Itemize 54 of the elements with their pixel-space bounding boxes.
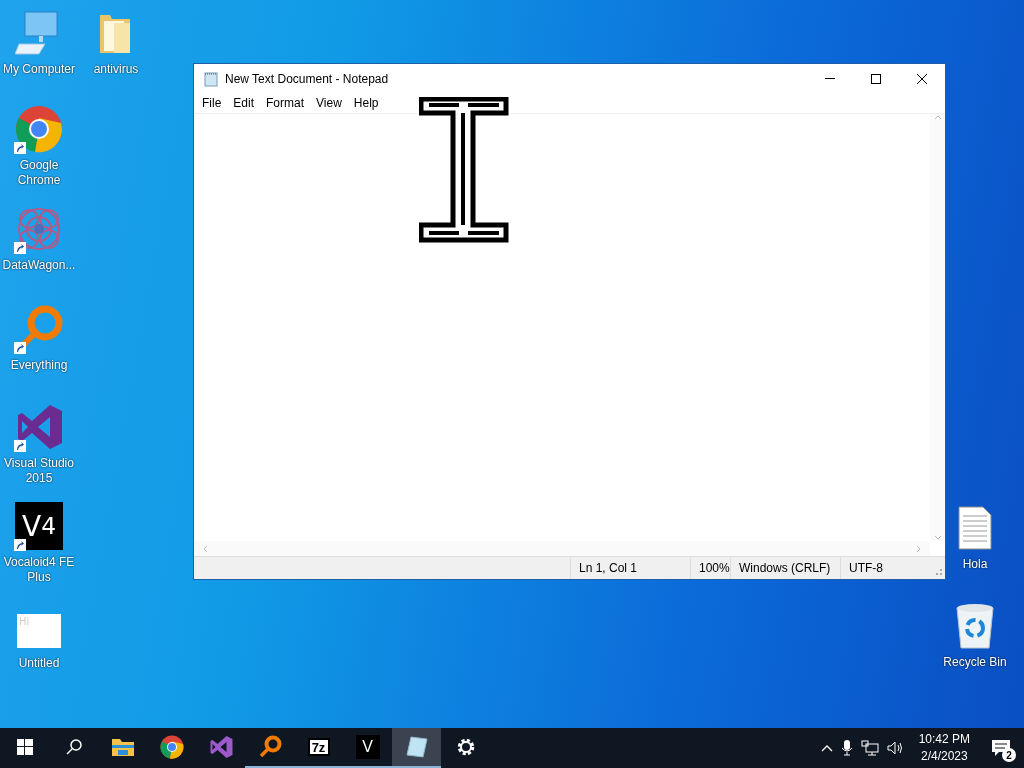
menu-item[interactable]: Format [260,96,311,110]
network-icon[interactable] [860,740,879,756]
status-text: Windows (CRLF) [730,557,840,579]
vocaloid-icon: V [355,735,380,759]
magnifier-icon [257,735,282,759]
menu-item[interactable]: View [310,96,348,110]
clock-time: 10:42 PM [918,731,970,748]
visual-studio-icon [16,403,62,451]
notepad-icon [203,70,219,87]
visual-studio-icon [208,735,233,759]
mandala-icon [16,206,62,252]
minimize-icon [825,77,835,80]
menu-item[interactable]: File [196,96,228,110]
desktop-icon-label[interactable]: Hola [962,557,988,572]
close-icon [917,73,927,84]
menu-item[interactable]: Edit [227,96,261,110]
notification-count: 2 [1002,748,1016,762]
windows-logo-icon [16,739,33,755]
search-icon [65,739,82,755]
vertical-scrollbar[interactable] [930,114,945,541]
scroll-up-icon [933,114,942,120]
taskbar-button[interactable]: 7z [294,728,343,768]
horizontal-scrollbar[interactable] [194,541,930,556]
clock-date: 2/4/2023 [920,748,968,765]
chevron-up-icon[interactable] [820,744,833,752]
chrome-icon [159,735,184,759]
text-file-icon [958,506,992,550]
status-text: UTF-8 [840,557,930,579]
speaker-icon[interactable] [886,740,905,756]
settings-icon [455,737,476,757]
scroll-right-icon [916,544,922,553]
scroll-down-icon [933,535,942,541]
taskbar-button[interactable] [392,728,441,768]
chrome-icon [15,105,63,153]
status-text: 100% [690,557,730,579]
notifications-button[interactable]: 2 [978,728,1024,768]
shortcut-arrow-icon [14,440,26,452]
desktop-icon-label[interactable]: Recycle Bin [943,655,1007,670]
clock[interactable]: 10:42 PM 2/4/2023 [910,728,978,768]
shortcut-arrow-icon [14,539,26,551]
archive-app-icon: 7z [307,738,330,756]
microphone-icon[interactable] [840,740,853,756]
shortcut-arrow-icon [14,342,26,354]
shortcut-arrow-icon [14,142,26,154]
shortcut-arrow-icon [14,242,26,254]
text-cursor-icon [419,97,509,243]
recycle-bin-icon [955,602,995,650]
notepad-icon [404,735,429,759]
maximize-icon [871,73,881,84]
scroll-left-icon [202,544,208,553]
folder-icon [111,738,134,756]
menu-item[interactable]: Help [347,96,385,110]
window-title: New Text Document - Notepad [225,71,390,86]
status-text: Ln 1, Col 1 [570,557,690,579]
